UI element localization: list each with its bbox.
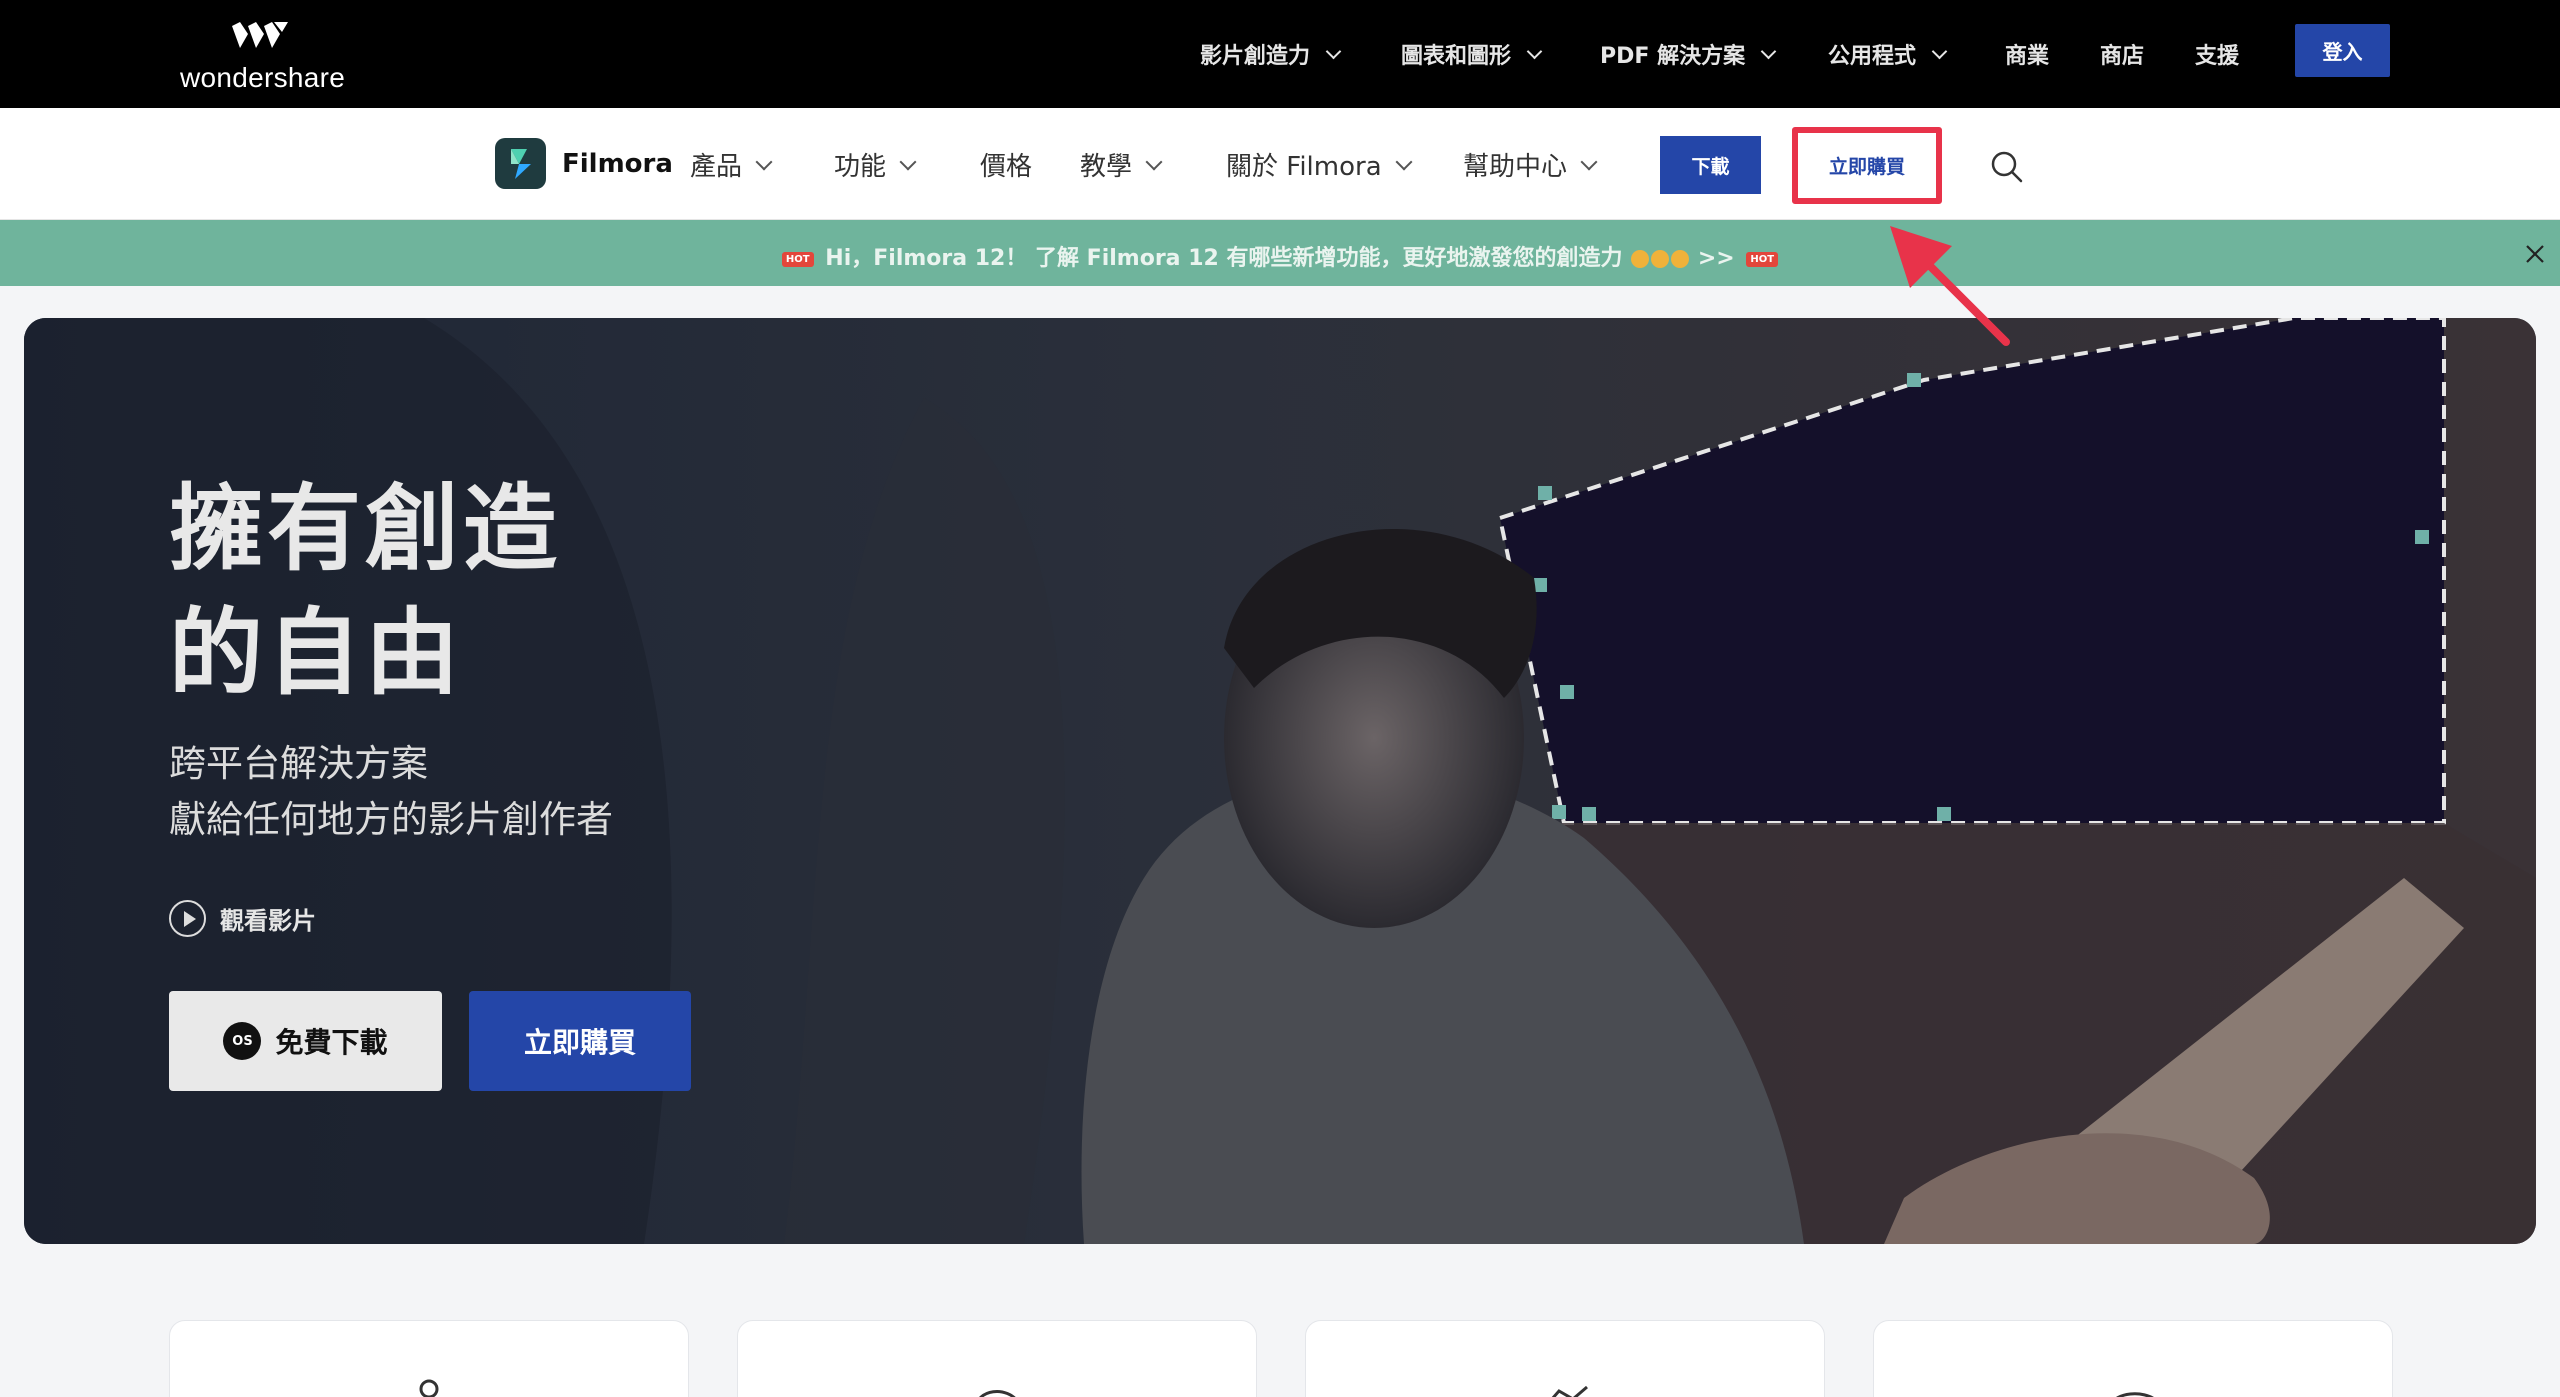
subnav-item-features[interactable]: 功能 xyxy=(834,146,917,183)
subnav-label: 產品 xyxy=(690,152,743,182)
subnav-label: 幫助中心 xyxy=(1463,152,1568,182)
free-download-button[interactable]: OS 免費下載 xyxy=(169,991,442,1091)
star-eyes-emoji-icon xyxy=(1631,250,1650,268)
chevron-down-icon xyxy=(1145,153,1163,170)
feature-card[interactable] xyxy=(1873,1320,2393,1397)
wondershare-wordmark: wondershare xyxy=(180,62,346,93)
layers-icon xyxy=(2116,1392,2154,1397)
filmora-logo-icon xyxy=(495,138,546,189)
hero-title-line: 的自由 xyxy=(169,599,464,708)
hero-banner: 擁有創造 的自由 跨平台解決方案 獻給任何地方的影片創作者 觀看影片 OS 免費… xyxy=(24,318,2536,1244)
announcement-text: Hi，Filmora 12！ 了解 Filmora 12 有哪些新增功能，更好地… xyxy=(825,246,1623,271)
play-icon xyxy=(169,900,206,937)
filmora-logo[interactable]: Filmora xyxy=(495,138,673,189)
hero-subtitle-line: 跨平台解決方案 xyxy=(169,742,428,785)
global-header: wondershare 影片創造力 圖表和圖形 PDF 解決方案 公用程式 商業… xyxy=(0,0,2560,108)
watch-video-link[interactable]: 觀看影片 xyxy=(169,900,316,937)
product-nav: Filmora 產品 功能 價格 教學 關於 Filmora 幫助中心 下載 立… xyxy=(0,108,2560,220)
feature-card[interactable] xyxy=(169,1320,689,1397)
subnav-item-help[interactable]: 幫助中心 xyxy=(1463,146,1598,183)
wondershare-logo-mark-icon xyxy=(232,22,288,48)
chevron-down-icon xyxy=(1580,153,1598,170)
watch-video-label: 觀看影片 xyxy=(220,907,316,935)
wondershare-logo[interactable]: wondershare xyxy=(178,18,348,94)
subnav-item-products[interactable]: 產品 xyxy=(690,146,773,183)
search-icon[interactable] xyxy=(1990,150,2024,184)
topnav-label: 商業 xyxy=(2005,44,2050,69)
chevron-down-icon xyxy=(1760,43,1777,59)
topnav-item-store[interactable]: 商店 xyxy=(2100,0,2144,108)
subnav-item-about[interactable]: 關於 Filmora xyxy=(1226,146,1413,183)
download-button[interactable]: 下載 xyxy=(1660,136,1761,194)
person-icon xyxy=(419,1379,439,1397)
feature-card[interactable] xyxy=(1305,1320,1825,1397)
topnav-label: 影片創造力 xyxy=(1200,44,1311,69)
topnav-label: 商店 xyxy=(2100,44,2145,69)
topnav-label: 圖表和圖形 xyxy=(1401,44,1512,69)
topnav-label: PDF 解決方案 xyxy=(1600,44,1746,69)
topnav-item-video[interactable]: 影片創造力 xyxy=(1200,0,1342,108)
topnav-item-pdf[interactable]: PDF 解決方案 xyxy=(1600,0,1777,108)
camera-icon xyxy=(979,1390,1016,1397)
chevron-down-icon xyxy=(1526,43,1543,59)
buy-now-highlight: 立即購買 xyxy=(1792,127,1942,204)
hot-badge: HOT xyxy=(1746,251,1779,267)
macos-icon: OS xyxy=(223,1022,262,1060)
buy-now-button[interactable]: 立即購買 xyxy=(1803,138,1931,193)
subnav-label: 功能 xyxy=(834,152,887,182)
filmora-name: Filmora xyxy=(562,148,673,179)
star-eyes-emoji-icon xyxy=(1651,250,1670,268)
chevron-down-icon xyxy=(1395,153,1413,170)
subnav-label: 價格 xyxy=(980,152,1033,182)
hero-title: 擁有創造 的自由 xyxy=(169,468,561,716)
topnav-label: 公用程式 xyxy=(1828,44,1917,69)
topnav-item-diagram[interactable]: 圖表和圖形 xyxy=(1401,0,1543,108)
close-icon[interactable] xyxy=(2524,243,2546,265)
feature-card[interactable] xyxy=(737,1320,1257,1397)
chevron-down-icon xyxy=(1931,43,1948,59)
subnav-label: 教學 xyxy=(1080,152,1133,182)
hero-buy-now-button[interactable]: 立即購買 xyxy=(469,991,691,1091)
subnav-label: 關於 Filmora xyxy=(1226,152,1382,182)
annotation-arrow-icon xyxy=(1890,226,2010,346)
login-button[interactable]: 登入 xyxy=(2295,24,2390,77)
hero-subtitle: 跨平台解決方案 獻給任何地方的影片創作者 xyxy=(169,736,613,848)
subnav-item-pricing[interactable]: 價格 xyxy=(980,146,1032,183)
hero-title-line: 擁有創造 xyxy=(169,475,562,584)
announcement-arrows: >> xyxy=(1697,246,1735,271)
free-download-label: 免費下載 xyxy=(275,1026,388,1059)
topnav-label: 支援 xyxy=(2195,44,2240,69)
subnav-item-tutorials[interactable]: 教學 xyxy=(1080,146,1163,183)
chevron-down-icon xyxy=(899,153,917,170)
sync-icon xyxy=(1551,1385,1588,1397)
hot-badge: HOT xyxy=(781,251,814,267)
topnav-item-utilities[interactable]: 公用程式 xyxy=(1828,0,1948,108)
topnav-item-support[interactable]: 支援 xyxy=(2195,0,2239,108)
announcement-bar[interactable]: HOT Hi，Filmora 12！ 了解 Filmora 12 有哪些新增功能… xyxy=(0,220,2560,286)
hero-subtitle-line: 獻給任何地方的影片創作者 xyxy=(169,798,613,841)
topnav-item-business[interactable]: 商業 xyxy=(2005,0,2049,108)
chevron-down-icon xyxy=(755,153,773,170)
chevron-down-icon xyxy=(1325,43,1342,59)
star-eyes-emoji-icon xyxy=(1671,250,1690,268)
